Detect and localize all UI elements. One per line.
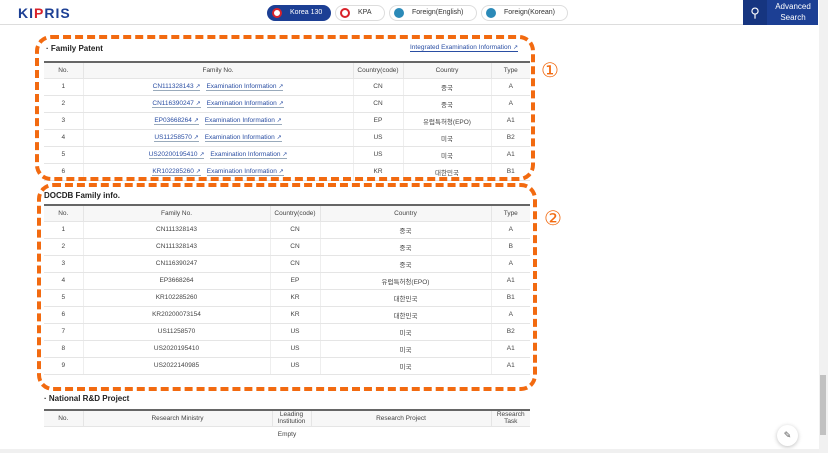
globe-icon [394,8,404,18]
column-header: Research Ministry [83,410,272,426]
tab-foreign-korean[interactable]: Foreign(Korean) [481,5,568,21]
tab-label: KPA [358,9,372,16]
national-rd-title: · National R&D Project [44,394,129,403]
tab-count: 130 [311,9,323,16]
tab-foreign-english[interactable]: Foreign(English) [389,5,477,21]
tab-label: Foreign(English) [412,9,463,16]
tab-korea[interactable]: Korea 130 [267,5,331,21]
annotation-box-1 [35,35,535,181]
column-header: No. [44,410,83,426]
column-header: Research Task [491,410,530,426]
korea-flag-icon [340,8,350,18]
title-text: National R&D Project [49,394,129,403]
annotation-number-2: ② [544,206,562,231]
edit-icon[interactable]: ✎ [777,425,798,446]
korea-flag-icon [272,8,282,18]
kipris-logo[interactable]: KIPRIS [18,5,71,21]
empty-message: Empty [44,426,530,443]
scrollbar[interactable] [819,0,828,453]
tab-label: Korea [290,9,309,16]
national-rd-table: No.Research MinistryLeading InstitutionR… [44,409,530,443]
advanced-search-button[interactable]: ⚲Advanced Search [743,0,818,25]
scrollbar-thumb[interactable] [820,375,826,435]
annotation-box-2 [37,183,537,391]
globe-icon [486,8,496,18]
search-icon: ⚲ [743,0,767,25]
advanced-search-label: Advanced Search [769,1,817,23]
bottom-strip [0,449,819,453]
tab-kpa[interactable]: KPA [335,5,385,21]
top-bar: KIPRIS Korea 130 KPA Foreign(English) Fo… [0,0,818,25]
column-header: Leading Institution [272,410,311,426]
tab-label: Foreign(Korean) [504,9,555,16]
annotation-number-1: ① [541,58,559,83]
column-header: Research Project [311,410,491,426]
